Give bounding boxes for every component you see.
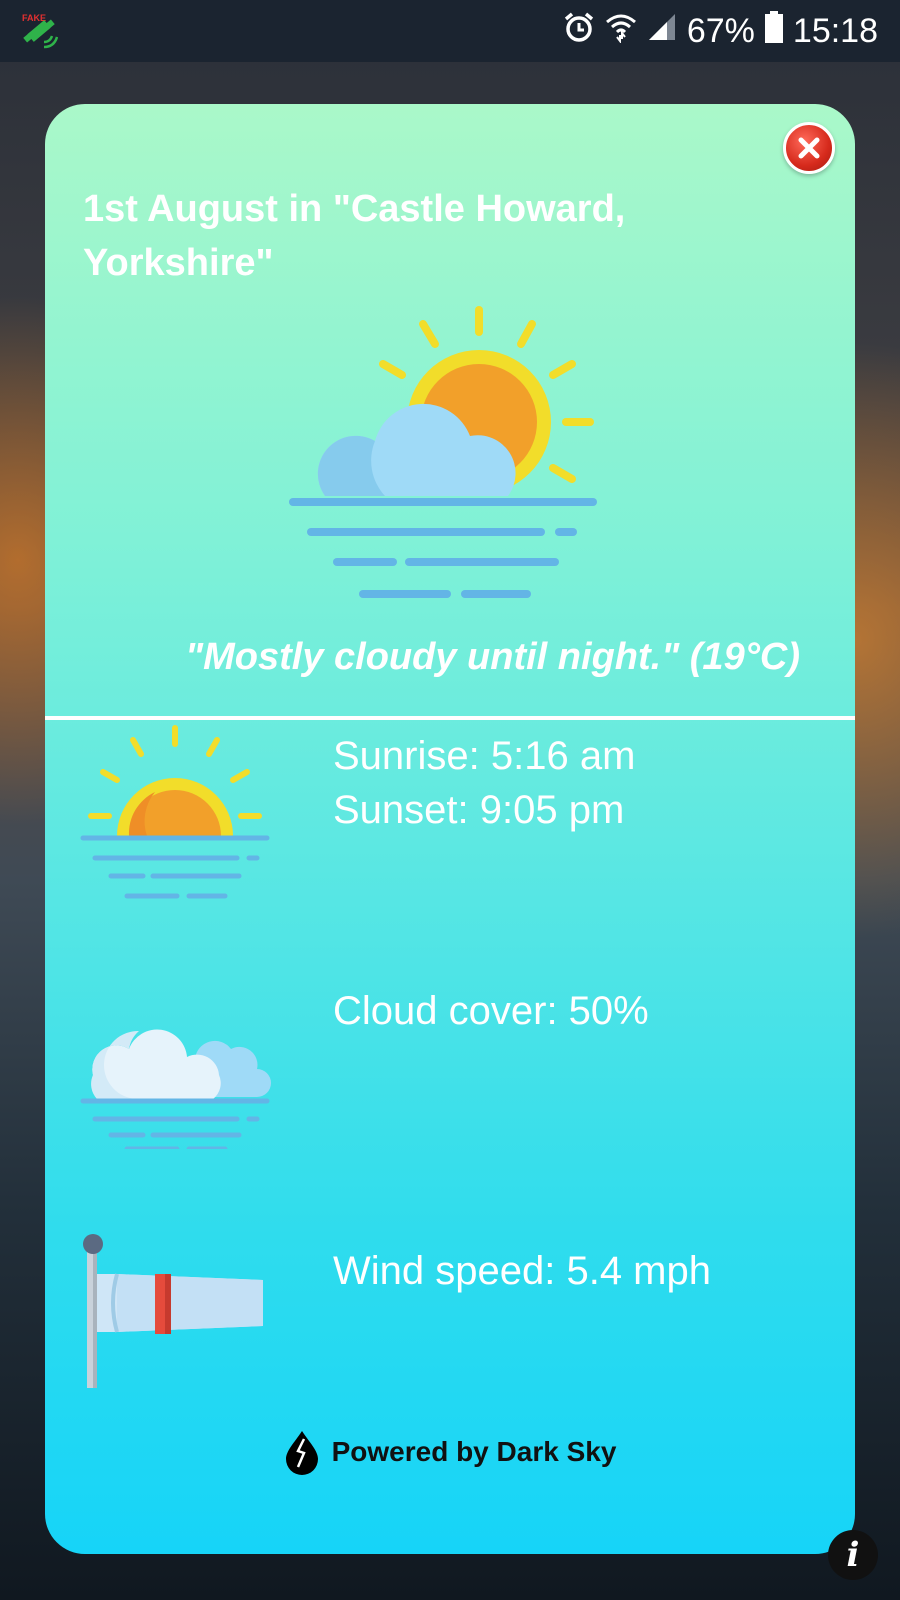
windsock-icon xyxy=(79,1234,273,1389)
wifi-icon xyxy=(605,11,637,52)
sun-times: Sunrise: 5:16 am Sunset: 9:05 pm xyxy=(333,729,635,837)
battery-percent: 67% xyxy=(686,11,755,50)
close-icon xyxy=(798,137,820,159)
status-bar: FAKE 67% 15:18 xyxy=(0,0,900,62)
divider xyxy=(45,716,855,720)
sunset-text: Sunset: 9:05 pm xyxy=(333,788,625,832)
cloud-cover-text: Cloud cover: 50% xyxy=(333,989,649,1033)
dark-sky-logo-icon xyxy=(285,1431,318,1475)
satellite-app-icon: FAKE xyxy=(22,12,59,50)
info-button[interactable]: i xyxy=(828,1530,878,1580)
info-icon: i xyxy=(846,1535,860,1575)
dialog-title: 1st August in "Castle Howard, Yorkshire" xyxy=(83,188,626,284)
close-button[interactable] xyxy=(783,122,835,174)
svg-text:FAKE: FAKE xyxy=(22,13,46,23)
sunrise-text: Sunrise: 5:16 am xyxy=(333,734,636,778)
weather-dialog: 1st August in "Castle Howard, Yorkshire" xyxy=(45,104,855,1554)
battery-icon xyxy=(764,10,783,52)
sunrise-icon xyxy=(79,724,273,904)
partly-cloudy-icon xyxy=(285,304,615,614)
signal-icon xyxy=(647,12,677,51)
status-icons: 67% 15:18 xyxy=(563,10,878,52)
clock-time: 15:18 xyxy=(792,11,878,50)
powered-by-footer[interactable]: Powered by Dark Sky xyxy=(45,1429,855,1475)
weather-summary: "Mostly cloudy until night." (19°C) xyxy=(185,636,800,678)
wind-speed-text: Wind speed: 5.4 mph xyxy=(333,1249,711,1293)
alarm-icon xyxy=(563,11,595,52)
cloud-cover-icon xyxy=(79,999,273,1152)
powered-by-text: Powered by Dark Sky xyxy=(331,1436,617,1467)
